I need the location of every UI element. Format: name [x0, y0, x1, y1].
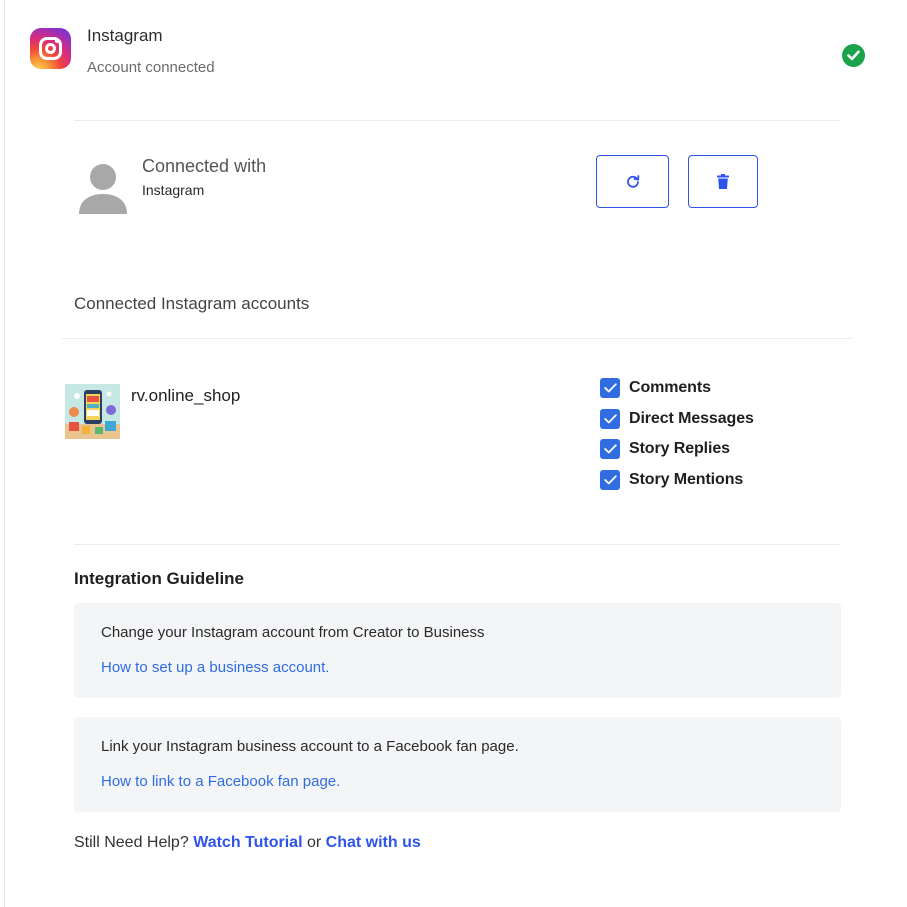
refresh-icon: [626, 174, 639, 188]
checkbox-checked[interactable]: [600, 378, 620, 398]
permission-story-replies[interactable]: Story Replies: [600, 438, 730, 460]
checkbox-checked[interactable]: [600, 409, 620, 429]
trash-icon: [717, 174, 729, 189]
check-circle-icon: [842, 44, 865, 67]
permission-label: Story Replies: [629, 440, 730, 457]
divider: [62, 338, 852, 339]
guideline-text: Change your Instagram account from Creat…: [101, 624, 485, 641]
guideline-card: Link your Instagram business account to …: [74, 717, 841, 812]
integration-guideline-title: Integration Guideline: [74, 569, 245, 588]
facebook-fan-page-link[interactable]: How to link to a Facebook fan page.: [101, 773, 340, 790]
delete-connection-button[interactable]: [688, 155, 758, 208]
permission-comments[interactable]: Comments: [600, 377, 711, 399]
connected-platform-name: Instagram: [142, 182, 205, 198]
chat-with-us-link[interactable]: Chat with us: [326, 834, 421, 851]
panel-left-border: [4, 0, 5, 907]
help-footer: Still Need Help? Watch Tutorial or Chat …: [74, 834, 421, 852]
guideline-text: Link your Instagram business account to …: [101, 738, 519, 755]
account-avatar-image: [65, 384, 120, 439]
permission-label: Story Mentions: [629, 471, 744, 488]
watch-tutorial-link[interactable]: Watch Tutorial: [193, 834, 302, 851]
divider: [74, 120, 841, 121]
checkmark-icon: [603, 414, 617, 424]
checkbox-checked[interactable]: [600, 439, 620, 459]
business-account-setup-link[interactable]: How to set up a business account.: [101, 659, 329, 676]
refresh-connection-button[interactable]: [596, 155, 669, 208]
permission-story-mentions[interactable]: Story Mentions: [600, 469, 743, 491]
checkbox-checked[interactable]: [600, 470, 620, 490]
divider: [74, 544, 841, 545]
checkmark-icon: [603, 475, 617, 485]
permission-direct-messages[interactable]: Direct Messages: [600, 408, 754, 430]
connection-status-text: Account connected: [87, 59, 215, 76]
instagram-logo-icon: [30, 28, 71, 69]
permission-label: Comments: [629, 379, 711, 396]
help-conjunction-text: or: [306, 834, 322, 851]
account-username: rv.online_shop: [131, 386, 241, 405]
help-prefix-text: Still Need Help?: [74, 834, 189, 851]
user-avatar-icon: [79, 164, 127, 214]
checkmark-icon: [603, 444, 617, 454]
integration-title: Instagram: [87, 26, 163, 45]
integration-header: Instagram Account connected: [30, 22, 870, 82]
connected-with-label: Connected with: [142, 156, 267, 176]
permission-label: Direct Messages: [629, 410, 754, 427]
connected-accounts-title: Connected Instagram accounts: [74, 294, 310, 313]
checkmark-icon: [603, 383, 617, 393]
guideline-card: Change your Instagram account from Creat…: [74, 603, 841, 698]
